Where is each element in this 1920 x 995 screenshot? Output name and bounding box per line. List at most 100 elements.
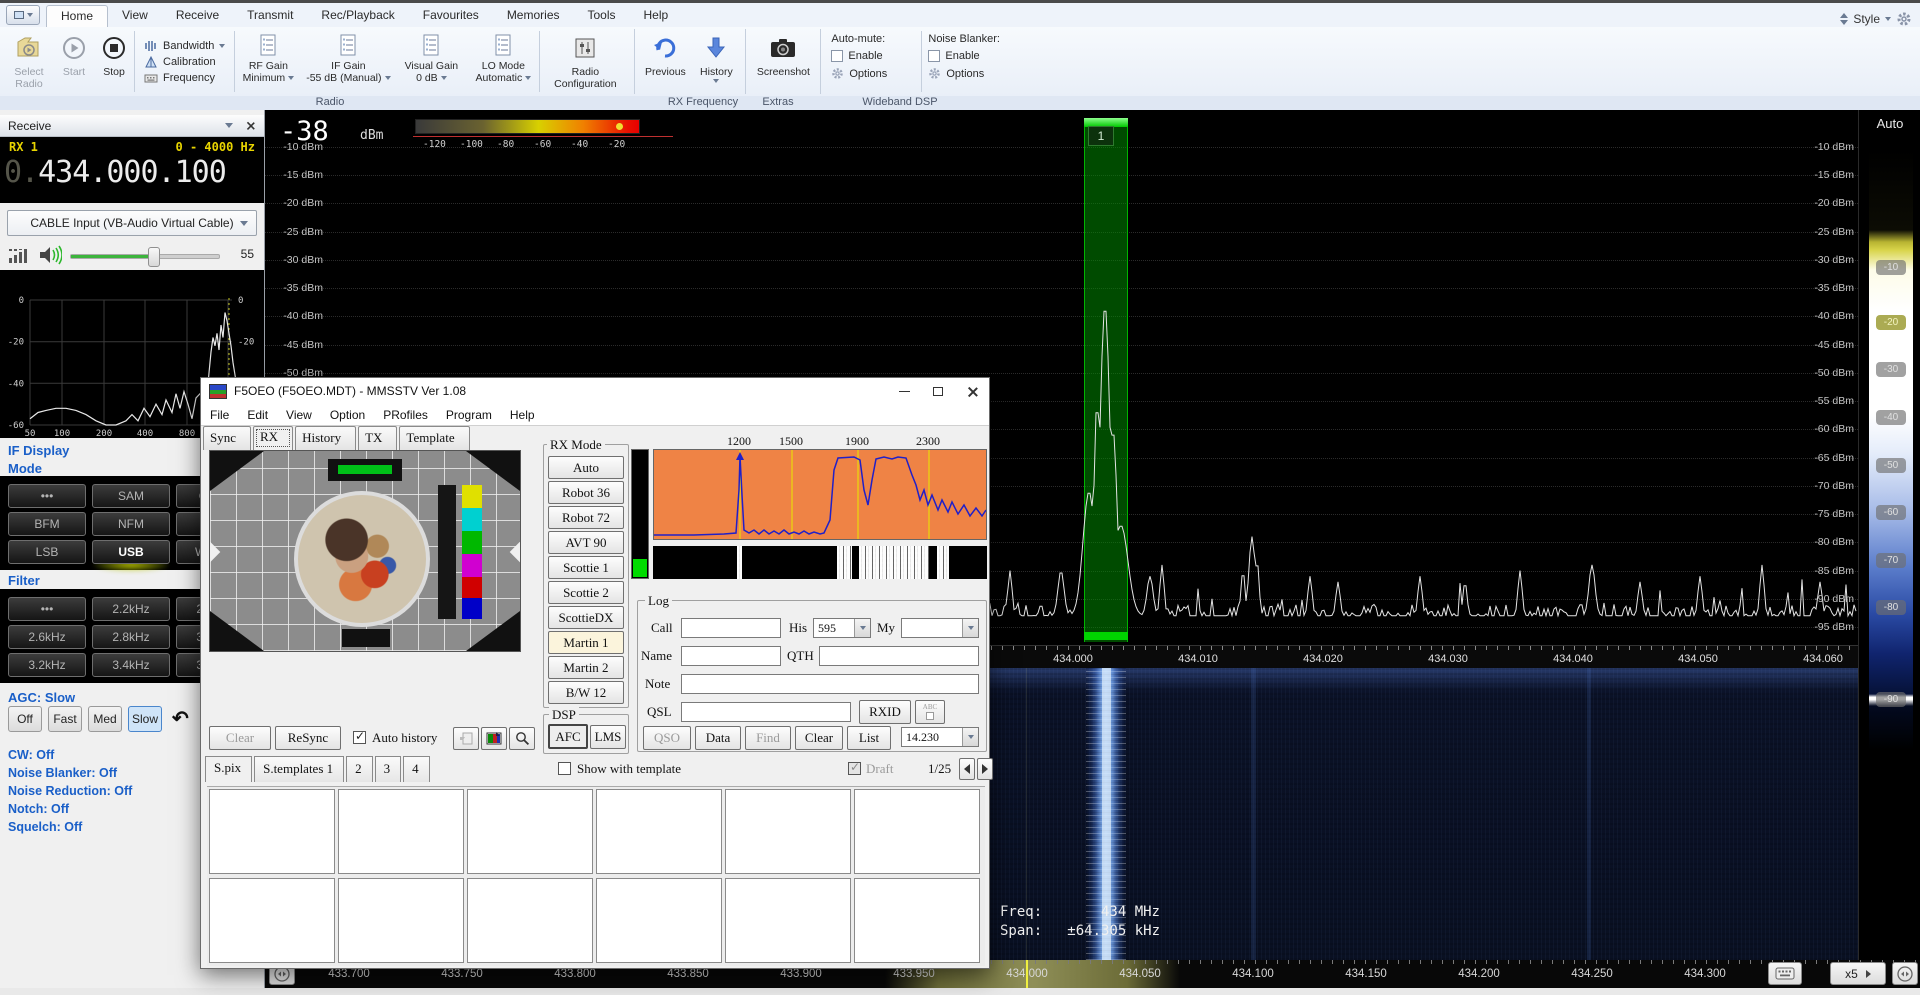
copy-image-button[interactable] xyxy=(453,727,479,750)
menu-file[interactable]: File xyxy=(201,408,238,422)
range-chip-neg20[interactable]: -20 xyxy=(1876,315,1906,330)
menu-help[interactable]: Help xyxy=(501,408,544,422)
screenshot-button[interactable]: Screenshot xyxy=(750,29,816,94)
rx-mode-scottiedx[interactable]: ScottieDX xyxy=(548,606,624,629)
auto-mute-options-button[interactable]: Options xyxy=(831,67,915,80)
status-noise-reduction[interactable]: Noise Reduction: Off xyxy=(8,784,132,798)
sstv-received-image[interactable] xyxy=(209,450,521,652)
range-chip-neg10[interactable]: -10 xyxy=(1876,260,1906,275)
filter-button-2-8khz[interactable]: 2.8kHz xyxy=(92,625,170,649)
ribbon-tab-transmit[interactable]: Transmit xyxy=(233,5,307,27)
log-clear-button[interactable]: Clear xyxy=(795,726,843,750)
find-button[interactable]: Find xyxy=(745,726,791,750)
mmsstv-tab-rx[interactable]: RX xyxy=(253,426,293,450)
page-prev-button[interactable] xyxy=(959,758,975,780)
panel-menu-icon[interactable] xyxy=(225,123,233,128)
lms-button[interactable]: LMS xyxy=(590,725,626,749)
qsl-field[interactable] xyxy=(681,702,851,722)
speaker-icon[interactable] xyxy=(38,245,62,265)
picture-thumbnail[interactable] xyxy=(209,789,335,874)
range-chip-neg50[interactable]: -50 xyxy=(1876,458,1906,473)
call-field[interactable] xyxy=(681,618,781,638)
stop-button[interactable]: Stop xyxy=(94,29,134,94)
volume-thumb[interactable] xyxy=(148,247,160,267)
mode-button-bfm[interactable]: BFM xyxy=(8,512,86,536)
noise-blanker-enable-checkbox[interactable]: Enable xyxy=(928,50,1012,62)
filter-button-3-2khz[interactable]: 3.2kHz xyxy=(8,653,86,677)
picture-thumbnail[interactable] xyxy=(854,789,980,874)
range-chip-neg80[interactable]: -80 xyxy=(1876,600,1906,615)
filter-button-[interactable]: ••• xyxy=(8,597,86,621)
image-tool-button[interactable] xyxy=(481,727,507,750)
minimize-button[interactable] xyxy=(887,379,921,404)
ribbon-tab-help[interactable]: Help xyxy=(630,5,683,27)
name-field[interactable] xyxy=(681,646,781,666)
mode-button-usb[interactable]: USB xyxy=(92,540,170,564)
levels-bars-icon[interactable] xyxy=(8,247,30,265)
draft-checkbox[interactable] xyxy=(848,762,861,775)
settings-gear-icon[interactable] xyxy=(1896,11,1912,27)
close-button[interactable] xyxy=(955,379,989,404)
frequency-button[interactable]: Frequency xyxy=(141,71,228,85)
auto-range-label[interactable]: Auto xyxy=(1859,116,1920,131)
picture-thumbnail[interactable] xyxy=(467,878,593,963)
start-button[interactable]: Start xyxy=(54,29,94,94)
range-chip-neg30[interactable]: -30 xyxy=(1876,362,1906,377)
filter-button-2-6khz[interactable]: 2.6kHz xyxy=(8,625,86,649)
rxid-button[interactable]: RXID xyxy=(859,700,911,724)
noise-blanker-options-button[interactable]: Options xyxy=(928,67,1012,80)
agc-button-fast[interactable]: Fast xyxy=(48,706,82,732)
picture-tab-4[interactable]: 4 xyxy=(403,756,430,782)
menu-program[interactable]: Program xyxy=(437,408,501,422)
undo-arrow-icon[interactable]: ↶ xyxy=(172,706,189,731)
picture-thumbnail[interactable] xyxy=(209,878,335,963)
mode-header[interactable]: Mode xyxy=(8,461,42,476)
magnify-button[interactable] xyxy=(509,727,535,750)
range-chip-neg70[interactable]: -70 xyxy=(1876,553,1906,568)
status-notch[interactable]: Notch: Off xyxy=(8,802,69,816)
filter-button-3-4khz[interactable]: 3.4kHz xyxy=(92,653,170,677)
picture-thumbnail[interactable] xyxy=(467,789,593,874)
mmsstv-title-bar[interactable]: F5OEO (F5OEO.MDT) - MMSSTV Ver 1.08 xyxy=(201,378,989,404)
mode-button-[interactable]: ••• xyxy=(8,484,86,508)
rx-mode-robot-72[interactable]: Robot 72 xyxy=(548,506,624,529)
picture-tab-3[interactable]: 3 xyxy=(375,756,402,782)
lo-mode-button[interactable]: LO Mode Automatic xyxy=(467,29,539,94)
visual-gain-button[interactable]: Visual Gain 0 dB xyxy=(395,29,467,94)
mode-button-nfm[interactable]: NFM xyxy=(92,512,170,536)
mmsstv-tab-tx[interactable]: TX xyxy=(358,426,397,450)
status-cw[interactable]: CW: Off xyxy=(8,748,54,762)
select-radio-button[interactable]: Select Radio xyxy=(4,29,54,94)
picture-thumbnail[interactable] xyxy=(854,878,980,963)
mode-button-sam[interactable]: SAM xyxy=(92,484,170,508)
radio-configuration-button[interactable]: Radio Configuration xyxy=(540,29,630,94)
if-display-header[interactable]: IF Display xyxy=(8,443,69,458)
mmsstv-tab-history[interactable]: History xyxy=(295,426,356,450)
his-select[interactable]: 595 xyxy=(813,618,871,638)
rx-mode-auto[interactable]: Auto xyxy=(548,456,624,479)
calibration-button[interactable]: Calibration xyxy=(141,55,228,69)
menu-option[interactable]: Option xyxy=(321,408,374,422)
mmsstv-window[interactable]: F5OEO (F5OEO.MDT) - MMSSTV Ver 1.08 File… xyxy=(200,377,990,969)
rx-mode-martin-2[interactable]: Martin 2 xyxy=(548,656,624,679)
agc-button-med[interactable]: Med xyxy=(88,706,122,732)
log-frequency-select[interactable]: 14.230 xyxy=(901,727,979,747)
picture-tab-s-pix[interactable]: S.pix xyxy=(205,756,252,782)
mmsstv-tab-template[interactable]: Template xyxy=(399,426,469,450)
ribbon-tab-memories[interactable]: Memories xyxy=(493,5,574,27)
mmsstv-tab-sync[interactable]: Sync xyxy=(203,426,251,450)
agc-header[interactable]: AGC: Slow xyxy=(8,690,75,705)
menu-profiles[interactable]: PRofiles xyxy=(374,408,437,422)
audio-device-select[interactable]: CABLE Input (VB-Audio Virtual Cable) xyxy=(7,210,257,236)
ribbon-tab-tools[interactable]: Tools xyxy=(574,5,630,27)
rx-mode-martin-1[interactable]: Martin 1 xyxy=(548,631,624,654)
maximize-button[interactable] xyxy=(921,379,955,404)
abc-checkbox-button[interactable]: ABC xyxy=(915,700,945,724)
agc-button-off[interactable]: Off xyxy=(8,706,42,732)
data-button[interactable]: Data xyxy=(695,726,741,750)
agc-button-slow[interactable]: Slow xyxy=(128,706,162,732)
auto-history-checkbox[interactable] xyxy=(353,731,366,744)
sstv-audio-spectrum[interactable] xyxy=(653,449,987,540)
image-clear-button[interactable]: Clear xyxy=(209,726,271,750)
qth-field[interactable] xyxy=(819,646,979,666)
